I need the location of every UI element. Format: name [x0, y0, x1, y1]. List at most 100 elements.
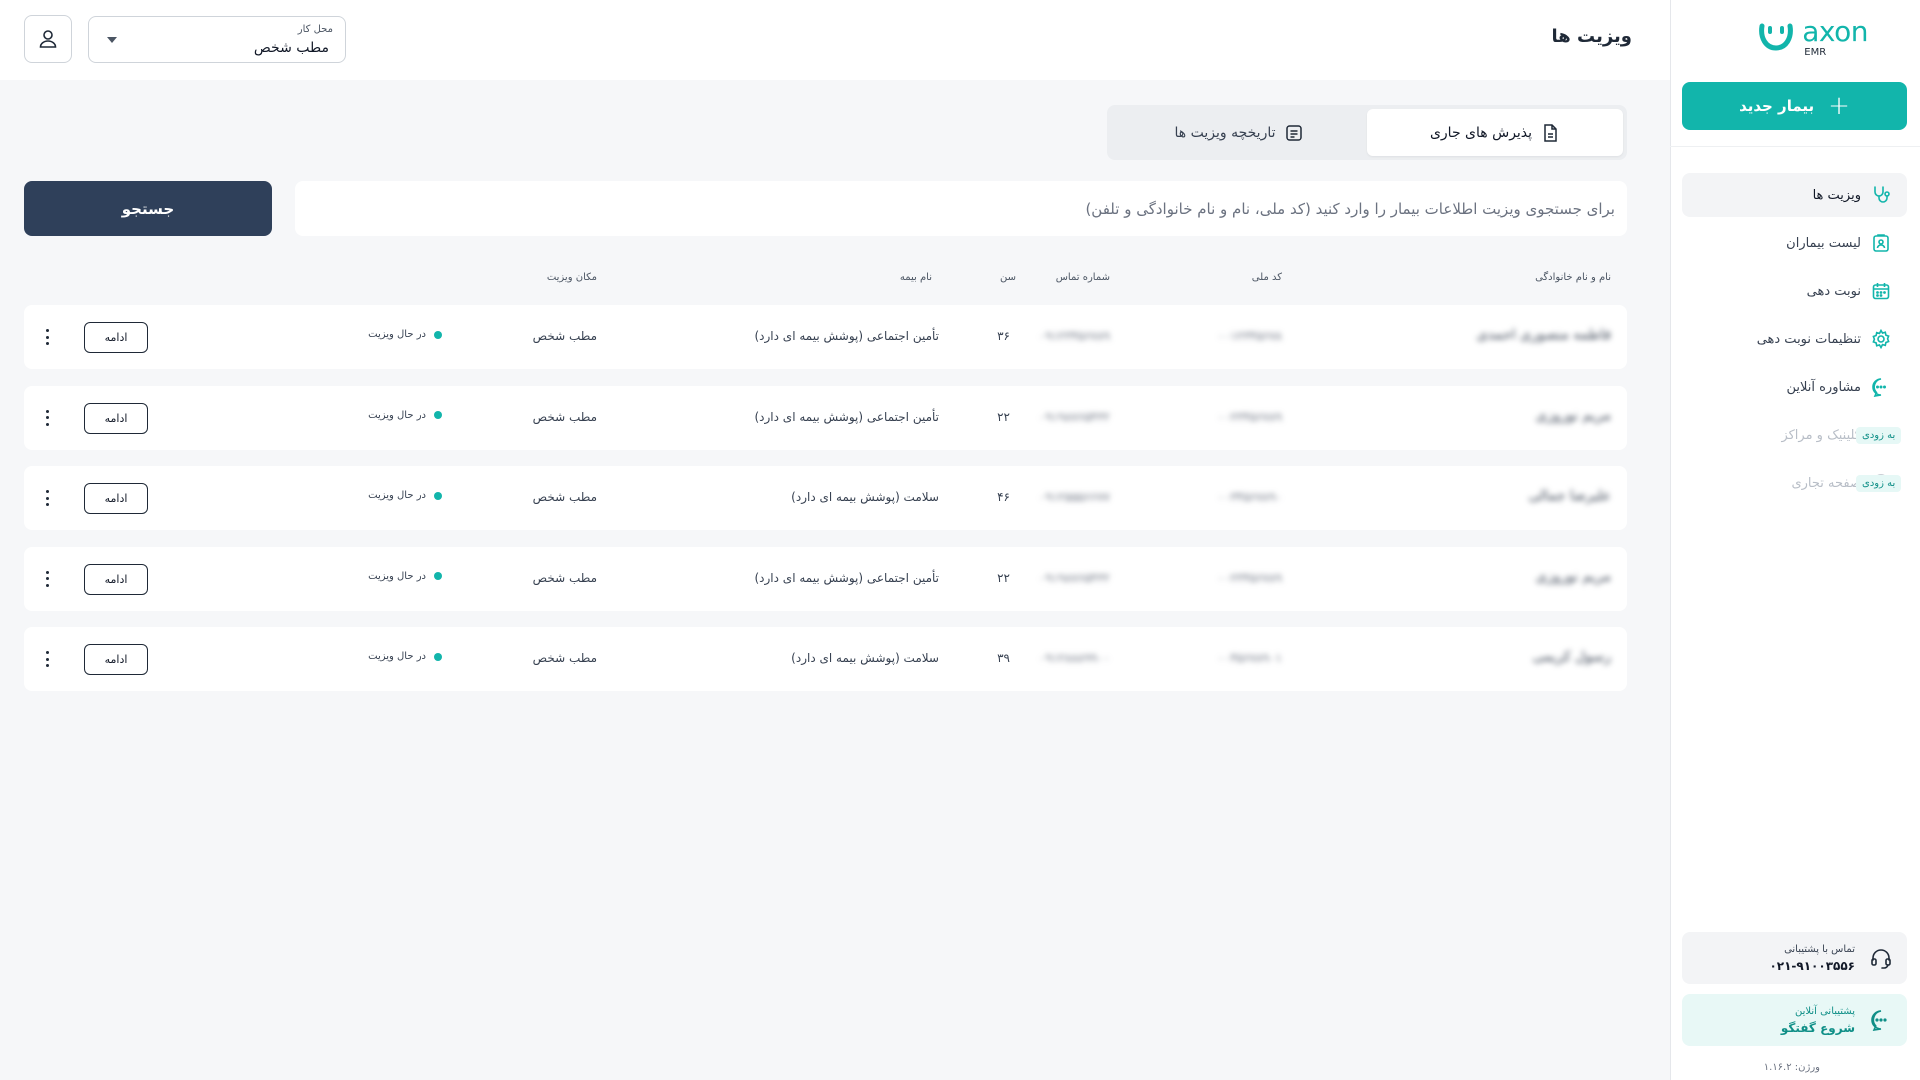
user-profile-button[interactable] — [24, 15, 72, 63]
visits-table: فاطمه منصوری احمدی ۰۰۱۲۳۴۵۶۷۸ ۰۹۱۲۳۴۵۶۷۸… — [24, 305, 1627, 708]
support-phone-card[interactable]: تماس با پشتیبانی ۰۲۱-۹۱۰۰۳۵۵۶ — [1682, 932, 1907, 984]
status-label: در حال ویزیت — [368, 651, 426, 662]
visit-status: در حال ویزیت — [368, 651, 442, 662]
continue-button[interactable]: ادامه — [84, 402, 148, 434]
chat-bubble-icon — [1872, 378, 1887, 397]
sidebar-item-label: کلینیک و مراکز — [1781, 427, 1861, 443]
table-row[interactable]: رسول کریمی ۰۰۴۵۶۷۸۹۰۱ ۰۹۱۲۸۸۸۹۹۰۰ ۳۹ سلا… — [24, 627, 1627, 691]
insurance-name: سلامت (پوشش بیمه ای دارد) — [791, 651, 939, 665]
more-options-icon[interactable] — [44, 490, 50, 506]
sidebar-item-label: مشاوره آنلاین — [1786, 379, 1861, 395]
patient-national-id: ۰۰۳۴۵۶۷۸۹۰ — [1217, 490, 1282, 504]
sidebar-item-patient-list[interactable]: لیست بیماران — [1682, 221, 1907, 265]
chat-bubble-icon — [1871, 1010, 1887, 1031]
support-chat-title: پشتیبانی آنلاین — [1794, 1005, 1855, 1017]
status-label: در حال ویزیت — [368, 329, 426, 340]
gear-icon — [1872, 329, 1890, 349]
table-header: نام و نام خانوادگی کد ملی شماره تماس سن … — [24, 272, 1627, 288]
table-row[interactable]: فاطمه منصوری احمدی ۰۰۱۲۳۴۵۶۷۸ ۰۹۱۲۳۴۵۶۷۸… — [24, 305, 1627, 369]
sidebar-item-label: نوبت دهی — [1806, 283, 1861, 299]
patient-name: فاطمه منصوری احمدی — [1476, 327, 1611, 343]
more-options-icon[interactable] — [44, 651, 50, 667]
patient-age: ۴۶ — [997, 490, 1010, 504]
new-patient-label: بیمار جدید — [1739, 97, 1815, 115]
continue-button[interactable]: ادامه — [84, 563, 148, 595]
patient-national-id: ۰۰۱۲۳۴۵۶۷۸ — [1217, 329, 1282, 343]
sidebar-item-label: ویزیت ها — [1812, 187, 1861, 203]
table-row[interactable]: مریم نوروزی ۰۰۲۳۴۵۶۷۸۹ ۰۹۱۹۸۷۶۵۴۳۲ ۲۲ تأ… — [24, 546, 1627, 611]
patient-name: مریم نوروزی — [1535, 568, 1611, 585]
insurance-name: سلامت (پوشش بیمه ای دارد) — [791, 490, 939, 504]
status-dot — [434, 330, 442, 339]
more-options-icon[interactable] — [44, 570, 50, 587]
start-chat-link[interactable]: شروع گفتگو — [1781, 1021, 1855, 1035]
table-row[interactable]: مریم نوروزی ۰۰۲۳۴۵۶۷۸۹ ۰۹۱۹۸۷۶۵۴۳۲ ۲۲ تأ… — [24, 385, 1627, 450]
more-options-icon[interactable] — [44, 409, 50, 426]
sidebar-item-appointments[interactable]: نوبت دهی — [1682, 269, 1907, 313]
visit-search-input[interactable] — [295, 181, 1627, 236]
coming-soon-badge: به زودی — [1856, 474, 1902, 492]
status-label: در حال ویزیت — [368, 570, 426, 582]
status-dot — [434, 411, 442, 419]
tab-visit-history[interactable]: تاریخچه ویزیت ها — [1111, 109, 1367, 156]
status-dot — [434, 572, 442, 580]
workplace-select[interactable]: محل کار مطب شخص — [88, 16, 346, 63]
chevron-down-icon — [107, 37, 117, 43]
logo-sub: EMR — [1804, 47, 1827, 58]
continue-button[interactable]: ادامه — [84, 322, 148, 353]
document-icon — [1544, 123, 1557, 142]
sidebar: axon EMR + بیمار جدید ویزیت ها لیست بیما… — [1670, 0, 1920, 1080]
logo[interactable]: axon EMR — [1756, 18, 1868, 58]
column-header-national-id: کد ملی — [1251, 272, 1282, 283]
sidebar-item-label: صفحه تجاری — [1791, 475, 1861, 491]
new-patient-button[interactable]: + بیمار جدید — [1682, 82, 1907, 130]
page-title: ویزیت ها — [1551, 26, 1632, 47]
insurance-name: تأمین اجتماعی (پوشش بیمه ای دارد) — [754, 329, 939, 343]
sidebar-nav: ویزیت ها لیست بیماران نوبت دهی تنظیمات ن… — [1682, 173, 1907, 509]
more-options-icon[interactable] — [44, 329, 50, 345]
visit-location: مطب شخص — [532, 651, 597, 665]
visit-location: مطب شخص — [532, 490, 597, 504]
continue-button[interactable]: ادامه — [84, 644, 148, 675]
sidebar-item-online-consultation[interactable]: مشاوره آنلاین — [1682, 365, 1907, 409]
workplace-value: مطب شخص — [253, 40, 329, 56]
user-icon — [39, 30, 57, 48]
workplace-label: محل کار — [297, 24, 333, 35]
patient-age: ۲۲ — [997, 409, 1010, 424]
column-header-location: مکان ویزیت — [546, 272, 597, 283]
coming-soon-badge: به زودی — [1856, 426, 1902, 444]
patient-name: علیرضا جمالی — [1528, 488, 1612, 504]
patient-phone: ۰۹۱۲۵۵۵۶۶۷۷ — [1039, 490, 1110, 504]
calendar-icon — [1872, 283, 1890, 300]
visit-location: مطب شخص — [532, 409, 597, 424]
patient-national-id: ۰۰۲۳۴۵۶۷۸۹ — [1217, 409, 1282, 424]
continue-button[interactable]: ادامه — [84, 483, 148, 514]
patient-name: مریم نوروزی — [1535, 407, 1611, 424]
visit-location: مطب شخص — [532, 329, 597, 343]
patient-phone: ۰۹۱۲۳۴۵۶۷۸۹ — [1039, 329, 1110, 343]
patient-age: ۳۶ — [997, 329, 1010, 343]
tab-current-admissions[interactable]: پذیرش های جاری — [1367, 109, 1623, 156]
axon-logo-icon — [1759, 23, 1794, 51]
insurance-name: تأمین اجتماعی (پوشش بیمه ای دارد) — [754, 570, 939, 585]
sidebar-item-label: تنظیمات نوبت دهی — [1756, 331, 1861, 347]
column-header-name: نام و نام خانوادگی — [1535, 272, 1611, 283]
visit-status: در حال ویزیت — [368, 490, 442, 501]
sidebar-item-appointment-settings[interactable]: تنظیمات نوبت دهی — [1682, 317, 1907, 361]
sidebar-item-visits[interactable]: ویزیت ها — [1682, 173, 1907, 217]
status-dot — [434, 491, 442, 500]
visit-status: در حال ویزیت — [368, 329, 442, 340]
headset-icon — [1871, 949, 1891, 969]
column-header-phone: شماره تماس — [1055, 272, 1110, 283]
table-row[interactable]: علیرضا جمالی ۰۰۳۴۵۶۷۸۹۰ ۰۹۱۲۵۵۵۶۶۷۷ ۴۶ س… — [24, 466, 1627, 530]
support-chat-card[interactable]: پشتیبانی آنلاین شروع گفتگو — [1682, 994, 1907, 1046]
column-header-insurance: نام بیمه — [899, 272, 932, 283]
tab-label: تاریخچه ویزیت ها — [1174, 124, 1276, 141]
sidebar-item-clinics: کلینیک و مراکز به زودی — [1682, 413, 1907, 457]
search-button[interactable]: جستجو — [24, 181, 272, 236]
logo-word: axon — [1802, 15, 1868, 48]
sidebar-item-label: لیست بیماران — [1786, 235, 1861, 251]
status-dot — [434, 652, 442, 661]
top-header: ویزیت ها محل کار مطب شخص — [0, 0, 1670, 80]
visit-status: در حال ویزیت — [368, 571, 442, 582]
